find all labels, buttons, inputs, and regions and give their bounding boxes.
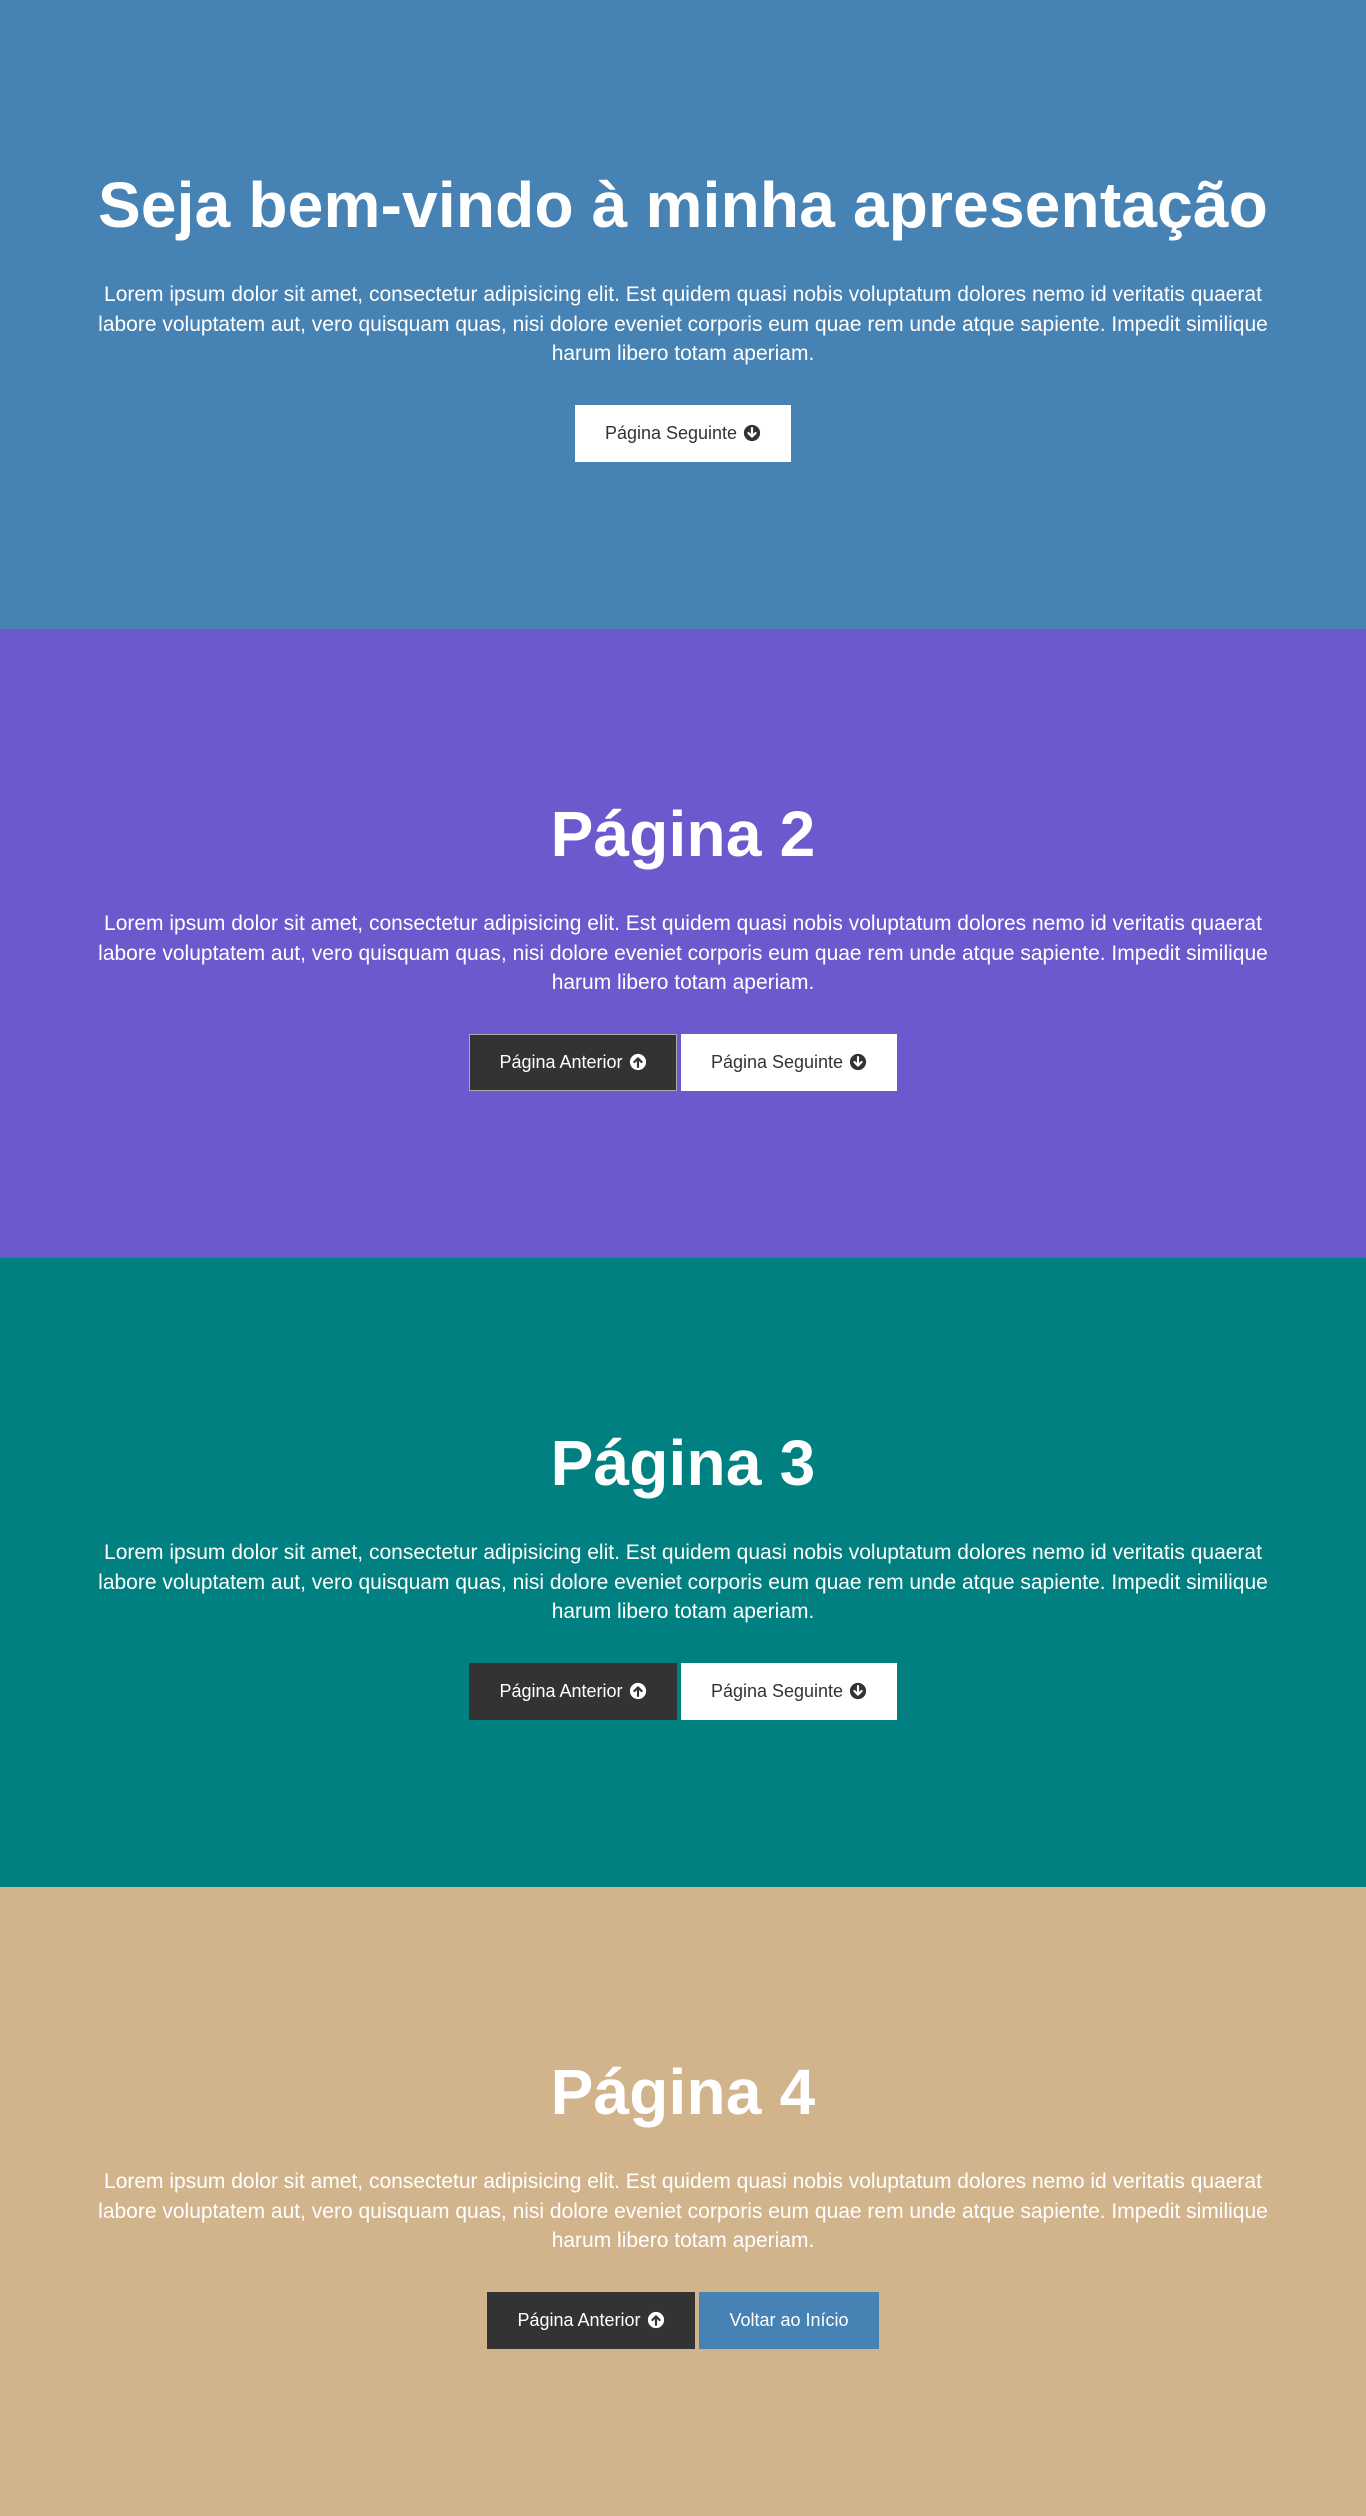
next-page-button[interactable]: Página Seguinte xyxy=(681,1033,897,1091)
section-buttons: Página Anterior Página Seguinte xyxy=(469,1662,897,1720)
previous-page-button[interactable]: Página Anterior xyxy=(487,2291,695,2349)
next-page-button[interactable]: Página Seguinte xyxy=(575,404,791,462)
next-page-label: Página Seguinte xyxy=(710,1051,844,1072)
back-to-start-label: Voltar ao Início xyxy=(729,2309,849,2330)
arrow-circle-up-icon xyxy=(629,1683,646,1700)
arrow-circle-down-icon xyxy=(849,1683,867,1700)
previous-page-button[interactable]: Página Anterior xyxy=(469,1033,677,1091)
section-text: Lorem ipsum dolor sit amet, consectetur … xyxy=(98,283,1268,366)
section-title: Página 2 xyxy=(550,798,816,871)
previous-page-button[interactable]: Página Anterior xyxy=(469,1662,677,1720)
section-text: Lorem ipsum dolor sit amet, consectetur … xyxy=(98,2170,1268,2253)
section-page-2: Página 2 Lorem ipsum dolor sit amet, con… xyxy=(0,629,1366,1258)
section-page-4: Página 4 Lorem ipsum dolor sit amet, con… xyxy=(0,1887,1366,2516)
arrow-circle-down-icon xyxy=(849,1054,867,1071)
arrow-circle-up-icon xyxy=(647,2312,664,2329)
section-title: Seja bem-vindo à minha apresentação xyxy=(97,169,1269,242)
arrow-circle-down-icon xyxy=(743,425,761,442)
next-page-label: Página Seguinte xyxy=(604,422,738,443)
previous-page-label: Página Anterior xyxy=(499,1051,623,1072)
back-to-start-button[interactable]: Voltar ao Início xyxy=(699,2291,879,2349)
arrow-circle-up-icon xyxy=(629,1054,646,1071)
section-title: Página 3 xyxy=(550,1427,816,1500)
section-welcome: Seja bem-vindo à minha apresentação Lore… xyxy=(0,0,1366,629)
section-title: Página 4 xyxy=(550,2056,816,2129)
next-page-label: Página Seguinte xyxy=(710,1680,844,1701)
section-text: Lorem ipsum dolor sit amet, consectetur … xyxy=(98,912,1268,995)
section-text: Lorem ipsum dolor sit amet, consectetur … xyxy=(98,1541,1268,1624)
section-buttons: Página Anterior Página Seguinte xyxy=(469,1033,897,1091)
section-page-3: Página 3 Lorem ipsum dolor sit amet, con… xyxy=(0,1258,1366,1887)
previous-page-label: Página Anterior xyxy=(517,2309,641,2330)
previous-page-label: Página Anterior xyxy=(499,1680,623,1701)
next-page-button[interactable]: Página Seguinte xyxy=(681,1662,897,1720)
section-buttons: Página Anterior Voltar ao Início xyxy=(487,2291,879,2349)
section-buttons: Página Seguinte xyxy=(575,404,791,462)
